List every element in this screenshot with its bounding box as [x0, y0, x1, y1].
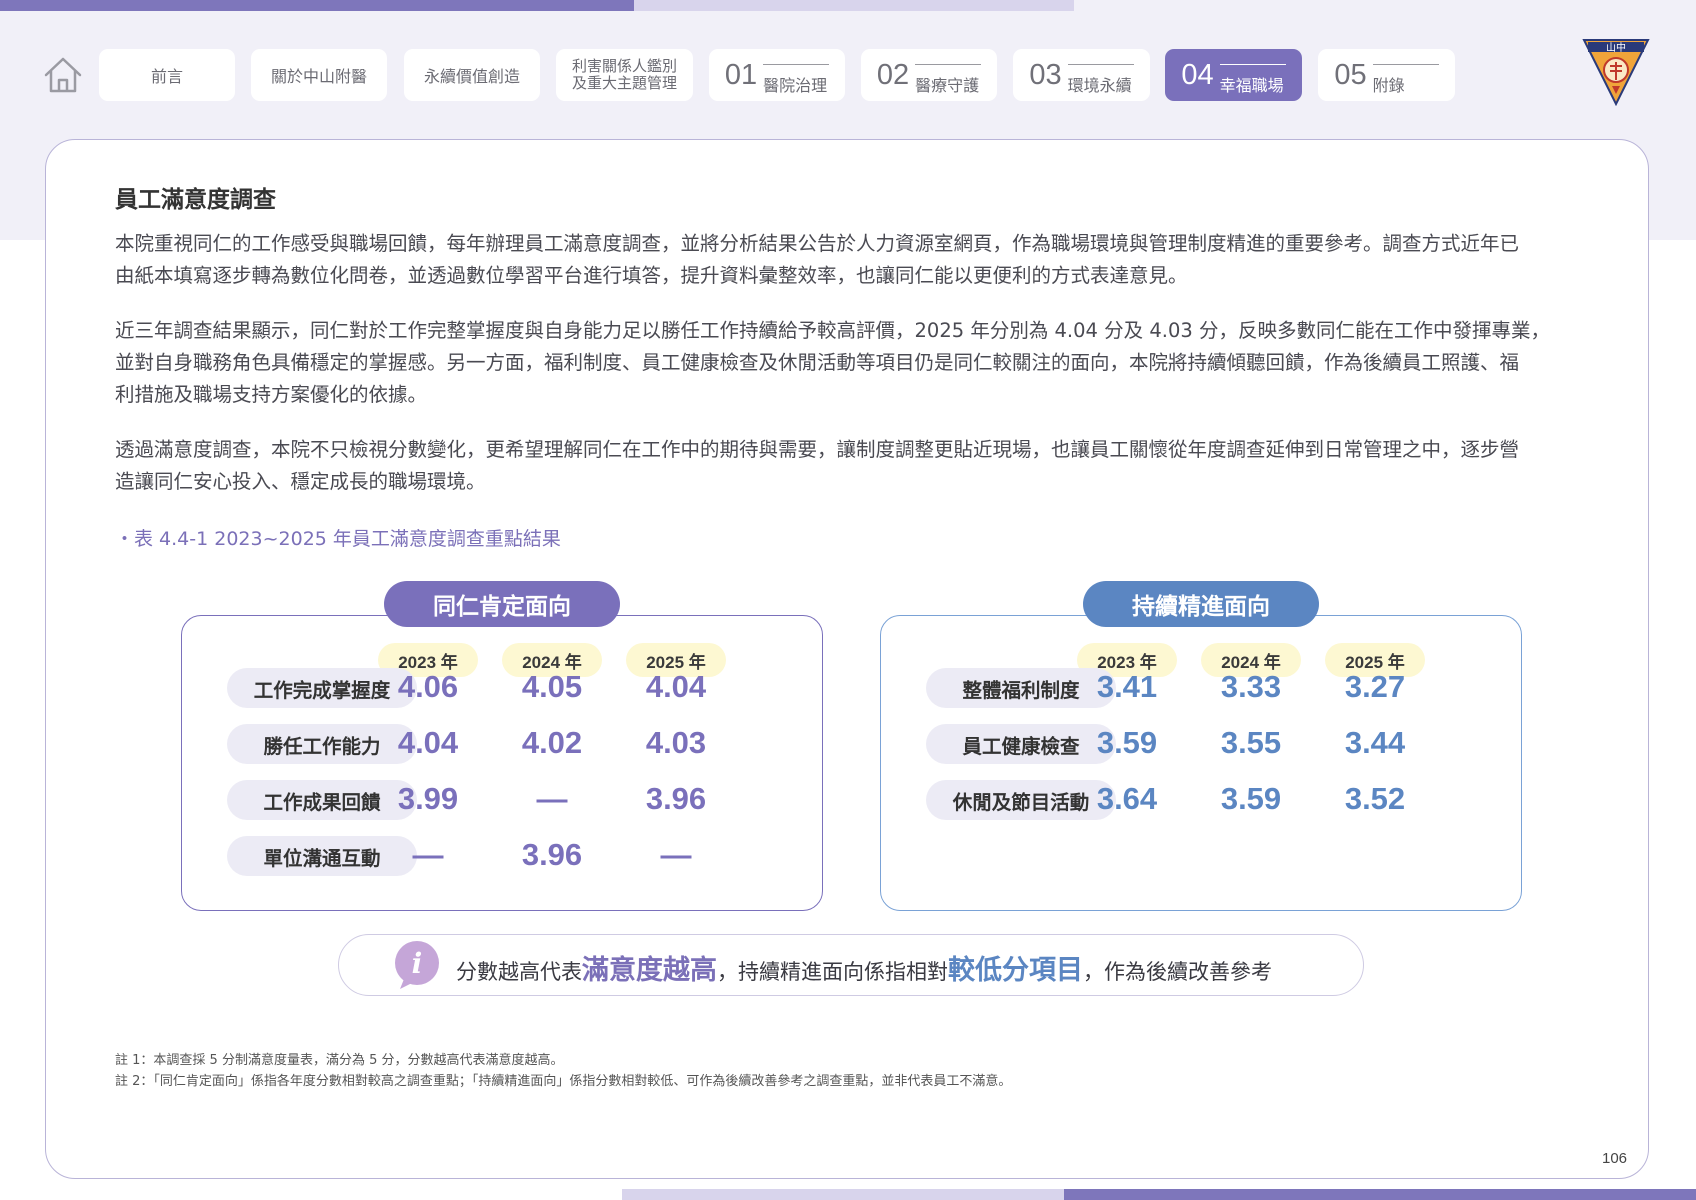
score-value: 4.04 [397, 725, 459, 760]
paragraph-1: 本院重視同仁的工作感受與職場回饋，每年辦理員工滿意度調查，並將分析結果公告於人力… [115, 228, 1585, 292]
table-caption: ・表 4.4-1 2023~2025 年員工滿意度調查重點結果 [115, 528, 561, 550]
tab-label: 環境永續 [1067, 75, 1132, 95]
score-value: 3.64 [1096, 781, 1158, 816]
hospital-logo: 山中 [1582, 39, 1650, 106]
tab-number: 01 [724, 58, 758, 91]
score-value: 3.59 [1096, 725, 1158, 760]
score-value: 3.55 [1220, 725, 1282, 760]
paragraph-line: 本院重視同仁的工作感受與職場回饋，每年辦理員工滿意度調查，並將分析結果公告於人力… [115, 232, 1520, 255]
tab-label: 附錄 [1372, 75, 1405, 95]
score-value: 4.02 [521, 725, 583, 760]
tab-label: 醫院治理 [763, 75, 828, 95]
section-title: 員工滿意度調查 [115, 187, 276, 213]
tab-label: 永續價值創造 [423, 67, 520, 86]
svg-text:i: i [412, 947, 423, 980]
paragraph-line: 並對自身職務角色具備穩定的掌握感。另一方面，福利制度、員工健康檢查及休閒活動等項… [115, 351, 1520, 374]
paragraph-line: 造讓同仁安心投入、穩定成長的職場環境。 [115, 470, 486, 493]
info-icon: i [395, 941, 439, 989]
paragraph-2: 近三年調查結果顯示，同仁對於工作完整掌握度與自身能力足以勝任工作持續給予較高評價… [115, 315, 1585, 411]
tab-number: 05 [1334, 58, 1367, 91]
top-accent-bar-light [634, 0, 1074, 11]
tab-number: 02 [876, 58, 910, 91]
score-value: 3.96 [521, 837, 583, 872]
tab-about[interactable]: 關於中山附醫 [251, 49, 387, 101]
tab-label: 前言 [150, 67, 183, 86]
tab-number: 03 [1029, 58, 1062, 91]
score-value: 3.41 [1096, 669, 1158, 704]
tab-label: 關於中山附醫 [270, 67, 367, 86]
score-value: 3.99 [397, 781, 459, 816]
tab-preface[interactable]: 前言 [99, 49, 235, 101]
tab-label-line2: 及重大主題管理 [571, 74, 677, 92]
tab-label: 醫療守護 [915, 75, 980, 95]
note-part: 分數越高代表 [456, 960, 582, 984]
tab-02[interactable]: 02 醫療守護 [861, 49, 997, 101]
note-highlight-low-score: 較低分項目 [948, 955, 1083, 986]
score-value: — [536, 781, 568, 816]
score-value: — [412, 837, 444, 872]
score-value: 4.06 [397, 669, 459, 704]
tab-number: 04 [1181, 58, 1214, 91]
tab-label: 幸福職場 [1219, 75, 1284, 95]
tab-label-line1: 利害關係人鑑別 [571, 57, 677, 75]
top-accent-bar [0, 0, 634, 11]
score-value: 3.59 [1220, 781, 1282, 816]
note-text: 分數越高代表滿意度越高，持續精進面向係指相對較低分項目，作為後續改善參考 [456, 948, 1272, 987]
panel-title: 持續精進面向 [1083, 581, 1319, 627]
score-value: 3.96 [645, 781, 707, 816]
tab-03[interactable]: 03 環境永續 [1013, 49, 1150, 101]
bottom-accent-bar-light [622, 1189, 1064, 1200]
note-part: ，作為後續改善參考 [1083, 960, 1272, 984]
tab-value-creation[interactable]: 永續價值創造 [404, 49, 540, 101]
note-highlight-satisfaction: 滿意度越高 [582, 955, 717, 986]
score-value: 4.05 [521, 669, 583, 704]
paragraph-3: 透過滿意度調查，本院不只檢視分數變化，更希望理解同仁在工作中的期待與需要，讓制度… [115, 434, 1585, 498]
tab-stakeholders[interactable]: 利害關係人鑑別 及重大主題管理 [556, 49, 693, 101]
paragraph-line: 利措施及職場支持方案優化的依據。 [115, 383, 428, 406]
bottom-accent-bar [1064, 1189, 1696, 1200]
score-value: 3.44 [1344, 725, 1406, 760]
score-value: 3.52 [1344, 781, 1406, 816]
tab-01[interactable]: 01 醫院治理 [709, 49, 845, 101]
footnote-1: 註 1：本調查採 5 分制滿意度量表，滿分為 5 分，分數越高代表滿意度越高。 [115, 1053, 564, 1068]
paragraph-line: 透過滿意度調查，本院不只檢視分數變化，更希望理解同仁在工作中的期待與需要，讓制度… [115, 438, 1520, 461]
score-value: — [660, 837, 692, 872]
logo-text: 山中 [1606, 41, 1626, 54]
score-value: 3.33 [1220, 669, 1282, 704]
home-icon[interactable] [42, 54, 84, 96]
score-value: 4.03 [645, 725, 707, 760]
note-part: ，持續精進面向係指相對 [717, 960, 948, 984]
tab-04-active[interactable]: 04 幸福職場 [1165, 49, 1302, 101]
score-value: 3.27 [1344, 669, 1406, 704]
page-number: 106 [1602, 1150, 1628, 1167]
panel-title: 同仁肯定面向 [384, 581, 620, 627]
tab-05[interactable]: 05 附錄 [1318, 49, 1455, 101]
paragraph-line: 由紙本填寫逐步轉為數位化問卷，並透過數位學習平台進行填答，提升資料彙整效率，也讓… [115, 264, 1188, 287]
paragraph-line: 近三年調查結果顯示，同仁對於工作完整掌握度與自身能力足以勝任工作持續給予較高評價… [115, 319, 1550, 342]
score-value: 4.04 [645, 669, 707, 704]
footnote-2: 註 2：「同仁肯定面向」係指各年度分數相對較高之調查重點；「持續精進面向」係指分… [115, 1074, 1012, 1089]
